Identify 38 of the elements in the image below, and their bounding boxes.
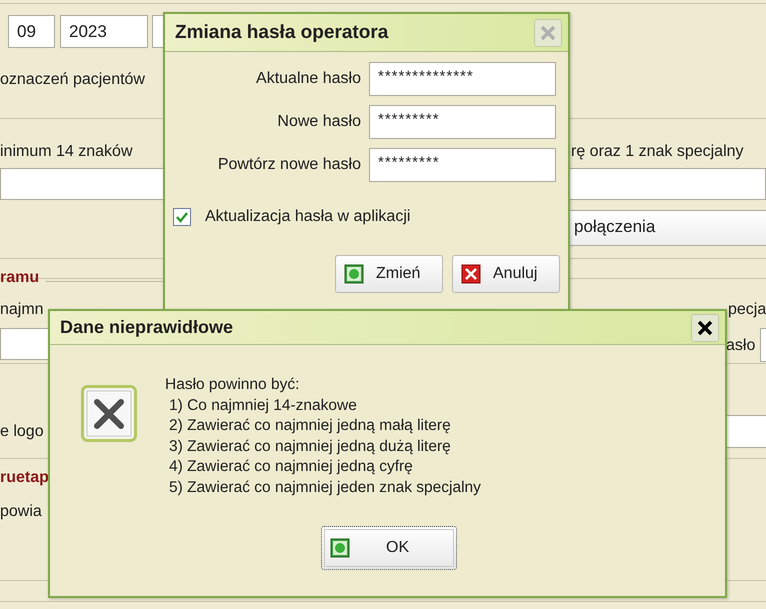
requirement-text: 4) Zawierać co najmniej jedną cyfrę <box>168 457 414 477</box>
section-heading: ruetap <box>0 468 49 488</box>
requirement-text: 5) Zawierać co najmniej jeden znak specjalny <box>168 478 481 498</box>
error-icon <box>81 385 137 442</box>
dialog-title: Zmiana hasła operatora <box>175 22 388 44</box>
field-label: Powtórz nowe hasło <box>216 156 361 174</box>
date-field[interactable]: 09 <box>8 15 55 48</box>
field-label: asło <box>726 336 756 356</box>
section-heading: ramu <box>0 268 40 288</box>
field-label: Nowe hasło <box>276 113 361 131</box>
message-text: Hasło powinno być: <box>165 375 300 395</box>
password-field[interactable]: ********* <box>369 105 556 139</box>
body-text: powia <box>0 502 42 522</box>
dot-icon <box>344 264 364 284</box>
rule-text: rę oraz 1 znak specjalny <box>571 142 744 162</box>
close-button[interactable] <box>691 314 719 342</box>
field-label: Aktualne hasło <box>255 70 361 88</box>
password-field[interactable]: ************** <box>369 62 556 96</box>
close-icon <box>696 318 714 336</box>
requirement-text: 1) Co najmniej 14-znakowe <box>168 396 358 416</box>
body-text: najmn <box>0 300 44 320</box>
cross-icon <box>461 264 481 284</box>
close-icon <box>539 24 557 42</box>
dialog-title: Dane nieprawidłowe <box>60 317 234 338</box>
requirement-text: 2) Zawierać co najmniej jedną małą literę <box>168 416 452 436</box>
date-field[interactable]: 2023 <box>60 15 148 48</box>
ok-button[interactable]: OK <box>321 526 457 570</box>
body-text: pecja <box>728 300 766 320</box>
cancel-button[interactable]: Anuluj <box>452 255 560 293</box>
notice-text: oznaczeń pacjentów <box>0 70 145 90</box>
confirm-button[interactable]: Zmień <box>335 255 443 293</box>
password-field[interactable]: ********* <box>369 148 556 182</box>
checkbox-label: Aktualizacja hasła w aplikacji <box>205 208 410 226</box>
rule-text: inimum 14 znaków <box>0 142 132 162</box>
checkbox[interactable] <box>173 208 191 226</box>
requirement-text: 3) Zawierać co najmniej jedną dużą literę <box>168 436 452 456</box>
body-text: e logo <box>0 422 44 442</box>
dot-icon <box>330 538 350 558</box>
